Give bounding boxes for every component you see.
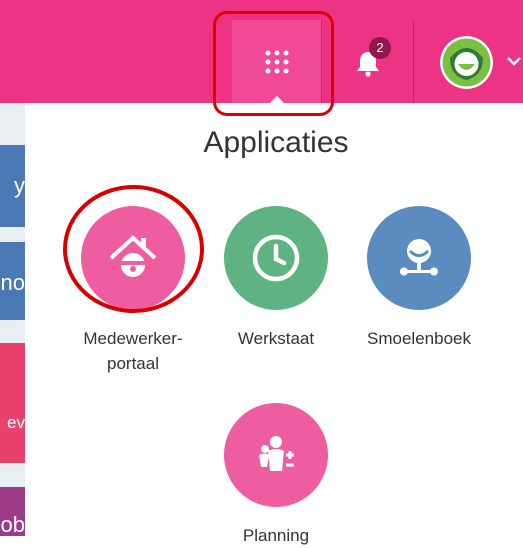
sidebar-item[interactable]: ev [0,343,25,463]
app-icon-circle [367,206,471,310]
person-network-icon [400,239,438,276]
divider [413,20,414,103]
avatar-icon [440,36,493,89]
app-label: Medewerker- portaal [83,329,183,373]
sidebar-item[interactable]: no [0,242,25,320]
app-medewerkerportaal[interactable]: Medewerker- portaal [63,206,203,376]
planning-people-icon [259,436,294,471]
app-werkstaat[interactable]: Werkstaat [206,206,346,351]
divider [321,20,322,103]
account-menu-toggle[interactable] [505,54,523,68]
chevron-down-icon [507,57,521,66]
sidebar-item[interactable]: y [0,145,25,227]
app-label: Smoelenboek [367,329,471,348]
panel-title: Applicaties [203,126,349,159]
app-icon-circle [224,206,328,310]
clock-icon [252,234,300,282]
app-icon-circle [224,403,328,507]
home-person-icon [109,235,157,277]
app-planning[interactable]: Planning [206,403,346,548]
app-icon-circle [81,206,185,310]
sidebar-item[interactable]: ob [0,487,25,536]
app-smoelenboek[interactable]: Smoelenboek [349,206,489,351]
avatar[interactable] [440,36,493,89]
apps-button[interactable] [232,20,322,104]
grid-dots-icon [265,50,289,73]
app-label: Werkstaat [237,329,315,348]
notification-count-badge: 2 [369,37,391,59]
